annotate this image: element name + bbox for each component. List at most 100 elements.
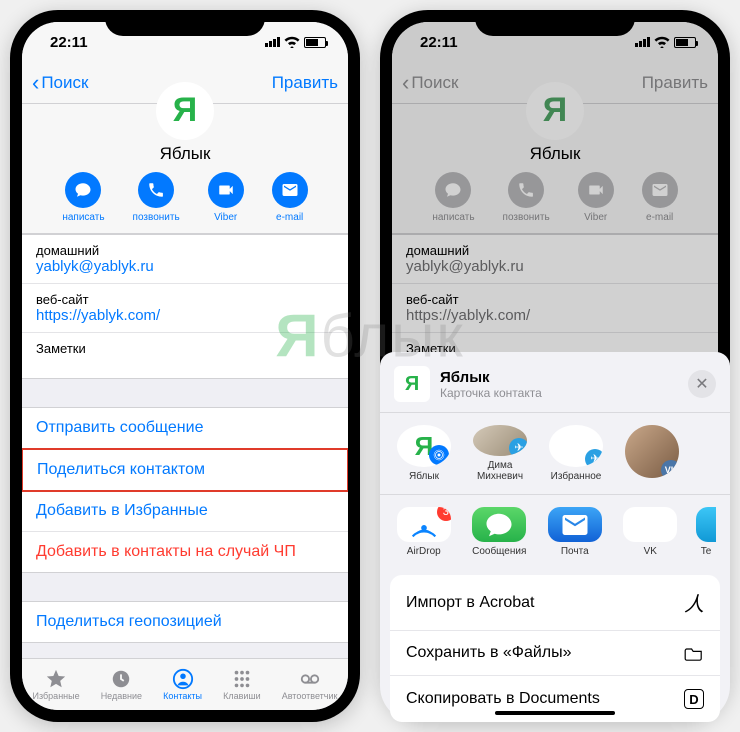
share-apps-row[interactable]: 3 AirDrop Сообщения Почта VK VK Te — [380, 495, 730, 569]
action-email[interactable]: e-mail — [272, 172, 308, 223]
edit-button[interactable]: Править — [272, 73, 338, 93]
action-emergency[interactable]: Добавить в контакты на случай ЧП — [22, 532, 348, 572]
signal-icon — [265, 37, 280, 47]
quick-actions: написать позвонить Viber e-mail — [22, 172, 348, 223]
option-label: Сохранить в «Файлы» — [406, 644, 572, 662]
contact-name: Яблык — [22, 144, 348, 164]
action-label: e-mail — [276, 212, 303, 223]
battery-icon — [304, 37, 326, 48]
folder-icon — [684, 645, 704, 661]
share-sheet: Я Яблык Карточка контакта ✕ Я Яблык ✈ Ди… — [380, 352, 730, 722]
field-email[interactable]: домашний yablyk@yablyk.ru — [22, 235, 348, 284]
action-share-location[interactable]: Поделиться геопозицией — [22, 602, 348, 642]
keypad-icon — [230, 668, 254, 690]
field-website: веб-сайт https://yablyk.com/ — [392, 284, 718, 333]
action-email: e-mail — [642, 172, 678, 223]
back-button[interactable]: ‹Поиск — [402, 72, 458, 94]
contact-avatar[interactable]: Я — [156, 82, 214, 140]
app-label: Сообщения — [472, 546, 526, 557]
contact-avatar: Я — [526, 82, 584, 140]
chevron-left-icon: ‹ — [402, 72, 409, 94]
action-label: написать — [62, 212, 104, 223]
field-website[interactable]: веб-сайт https://yablyk.com/ — [22, 284, 348, 333]
option-acrobat[interactable]: Импорт в Acrobat 人 — [390, 575, 720, 631]
message-icon — [74, 181, 92, 199]
contact-header: Я Яблык написать позвонить Viber e-mail — [392, 104, 718, 234]
target-favorites[interactable]: ✈ Избранное — [546, 425, 606, 483]
status-time: 22:11 — [420, 34, 458, 51]
app-vk[interactable]: VK VK — [621, 507, 681, 557]
mail-icon — [281, 181, 299, 199]
home-indicator[interactable] — [495, 711, 615, 715]
field-label: Заметки — [36, 341, 334, 356]
app-label: VK — [644, 546, 657, 557]
field-notes[interactable]: Заметки — [22, 333, 348, 378]
tab-voicemail[interactable]: Автоответчик — [282, 668, 338, 701]
wifi-icon — [284, 36, 300, 48]
option-documents[interactable]: Скопировать в Documents D — [390, 676, 720, 722]
option-label: Импорт в Acrobat — [406, 594, 534, 612]
contact-fields: домашний yablyk@yablyk.ru веб-сайт https… — [22, 234, 348, 379]
field-label: веб-сайт — [36, 292, 334, 307]
home-indicator[interactable] — [125, 711, 245, 715]
phone-left: 22:11 ‹Поиск Править Я Яблык написать по… — [10, 10, 360, 722]
action-viber[interactable]: Viber — [208, 172, 244, 223]
quick-actions: написать позвонить Viber e-mail — [392, 172, 718, 223]
app-airdrop[interactable]: 3 AirDrop — [394, 507, 454, 557]
contact-header: Я Яблык написать позвонить Viber e-mail — [22, 104, 348, 234]
field-value: https://yablyk.com/ — [36, 307, 334, 324]
tab-label: Контакты — [163, 691, 202, 701]
video-icon — [217, 181, 235, 199]
acrobat-icon: 人 — [684, 588, 704, 617]
action-label: позвонить — [133, 212, 180, 223]
tab-favorites[interactable]: Избранные — [33, 668, 80, 701]
target-label: Дима Михневич — [470, 460, 530, 482]
target-dima[interactable]: ✈ Дима Михневич — [470, 425, 530, 483]
actions-list: Отправить сообщение Поделиться контактом… — [22, 407, 348, 573]
phone-icon — [147, 181, 165, 199]
signal-icon — [635, 37, 650, 47]
action-message[interactable]: написать — [62, 172, 104, 223]
target-yablyk[interactable]: Я Яблык — [394, 425, 454, 483]
back-button[interactable]: ‹Поиск — [32, 72, 88, 94]
app-more[interactable]: Te — [696, 507, 716, 557]
share-targets-row[interactable]: Я Яблык ✈ Дима Михневич ✈ Избранное VK — [380, 413, 730, 495]
wifi-icon — [654, 36, 670, 48]
action-send-message[interactable]: Отправить сообщение — [22, 408, 348, 449]
tab-label: Клавиши — [223, 691, 261, 701]
app-label: AirDrop — [407, 546, 441, 557]
back-label: Поиск — [411, 73, 458, 93]
action-share-contact[interactable]: Поделиться контактом — [22, 448, 348, 492]
tab-label: Избранные — [33, 691, 80, 701]
tab-label: Недавние — [101, 691, 142, 701]
option-files[interactable]: Сохранить в «Файлы» — [390, 631, 720, 676]
action-add-favorite[interactable]: Добавить в Избранные — [22, 491, 348, 532]
tab-contacts[interactable]: Контакты — [163, 668, 202, 701]
field-label: домашний — [36, 243, 334, 258]
option-label: Скопировать в Documents — [406, 690, 600, 708]
contact-name: Яблык — [392, 144, 718, 164]
sheet-title: Яблык — [440, 369, 542, 386]
app-messages[interactable]: Сообщения — [470, 507, 530, 557]
clock-icon — [109, 668, 133, 690]
documents-icon: D — [684, 689, 704, 709]
app-mail[interactable]: Почта — [545, 507, 605, 557]
action-viber: Viber — [578, 172, 614, 223]
star-icon — [44, 668, 68, 690]
back-label: Поиск — [41, 73, 88, 93]
voicemail-icon — [298, 668, 322, 690]
edit-button[interactable]: Править — [642, 73, 708, 93]
action-call[interactable]: позвонить — [133, 172, 180, 223]
notch — [475, 10, 635, 36]
field-value: yablyk@yablyk.ru — [36, 258, 334, 275]
target-vk[interactable]: VK — [622, 425, 682, 483]
close-icon: ✕ — [695, 374, 708, 394]
tab-recents[interactable]: Недавние — [101, 668, 142, 701]
action-call: позвонить — [503, 172, 550, 223]
geo-list: Поделиться геопозицией — [22, 601, 348, 643]
target-label: Яблык — [409, 471, 439, 482]
tab-keypad[interactable]: Клавиши — [223, 668, 261, 701]
close-button[interactable]: ✕ — [688, 370, 716, 398]
app-label: Te — [701, 546, 712, 557]
chevron-left-icon: ‹ — [32, 72, 39, 94]
